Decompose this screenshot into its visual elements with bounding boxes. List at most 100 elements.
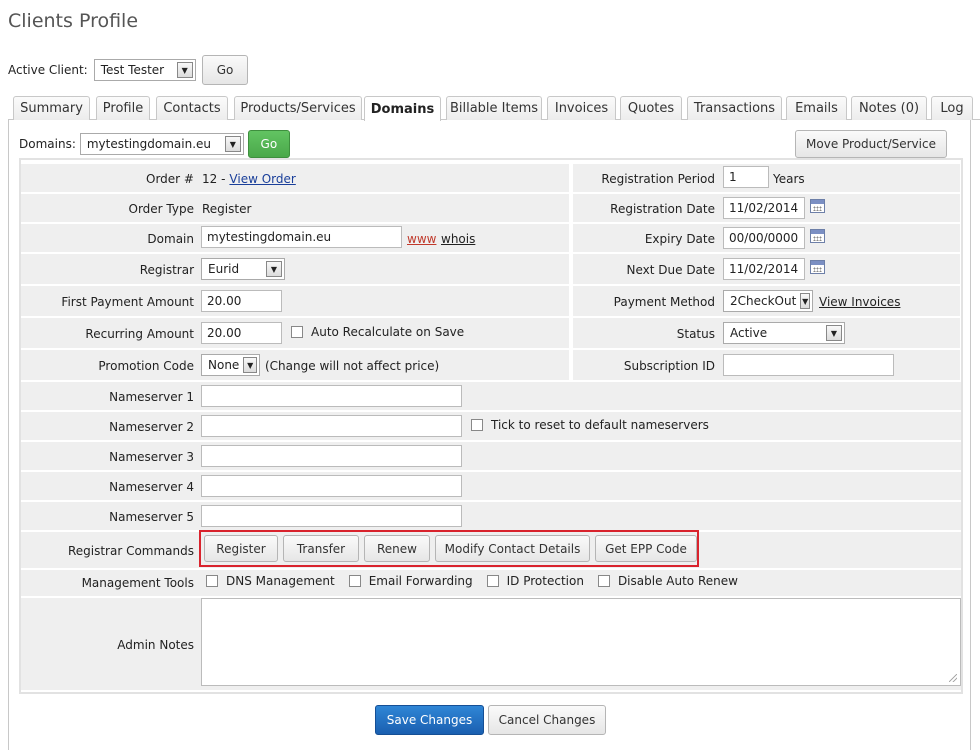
auto-recalculate-checkbox[interactable] bbox=[291, 326, 303, 338]
registration-date-label: Registration Date bbox=[610, 202, 715, 216]
expiry-date-input[interactable]: 00/00/0000 bbox=[723, 227, 805, 249]
registration-period-input[interactable]: 1 bbox=[723, 166, 769, 188]
chevron-down-icon: ▼ bbox=[224, 136, 241, 152]
tab-transactions[interactable]: Transactions bbox=[687, 96, 782, 120]
tab-domains[interactable]: Domains bbox=[364, 96, 441, 121]
domains-select-value: mytestingdomain.eu bbox=[86, 137, 211, 151]
auto-recalculate-label: Auto Recalculate on Save bbox=[311, 325, 465, 339]
www-link[interactable]: www bbox=[407, 232, 436, 246]
save-changes-button[interactable]: Save Changes bbox=[375, 705, 484, 735]
expiry-date-label: Expiry Date bbox=[644, 232, 715, 246]
move-product-service-button[interactable]: Move Product/Service bbox=[795, 130, 947, 158]
active-client-row: Active Client: Test Tester ▼ Go bbox=[8, 55, 249, 85]
whois-link[interactable]: whois bbox=[441, 232, 475, 246]
domains-label: Domains: bbox=[19, 137, 76, 151]
nameserver-1-label: Nameserver 1 bbox=[109, 390, 194, 404]
renew-button[interactable]: Renew bbox=[364, 535, 430, 562]
transfer-button[interactable]: Transfer bbox=[283, 535, 359, 562]
tab-billable-items[interactable]: Billable Items bbox=[446, 96, 542, 120]
get-epp-code-button[interactable]: Get EPP Code bbox=[595, 535, 697, 562]
nameserver-5-label: Nameserver 5 bbox=[109, 510, 194, 524]
tab-log[interactable]: Log bbox=[931, 96, 973, 120]
domains-select-row: Domains: mytestingdomain.eu ▼ Go bbox=[19, 130, 290, 158]
domains-go-button[interactable]: Go bbox=[247, 130, 290, 158]
dns-management-checkbox[interactable] bbox=[206, 575, 218, 587]
tab-contacts[interactable]: Contacts bbox=[156, 96, 228, 120]
registration-period-unit: Years bbox=[773, 172, 805, 186]
nameserver-2-label: Nameserver 2 bbox=[109, 420, 194, 434]
cancel-changes-button[interactable]: Cancel Changes bbox=[488, 705, 606, 735]
status-value: Active bbox=[730, 326, 768, 340]
email-forwarding-label: Email Forwarding bbox=[368, 574, 473, 588]
tab-quotes[interactable]: Quotes bbox=[620, 96, 682, 120]
management-tools-label: Management Tools bbox=[81, 576, 194, 590]
nameserver-2-input[interactable] bbox=[201, 415, 462, 437]
order-number-value: 12 - bbox=[202, 172, 226, 186]
chevron-down-icon: ▼ bbox=[243, 357, 257, 373]
nameserver-3-label: Nameserver 3 bbox=[109, 450, 194, 464]
domain-label: Domain bbox=[147, 232, 194, 246]
promotion-note: (Change will not affect price) bbox=[265, 359, 440, 373]
chevron-down-icon: ▼ bbox=[176, 62, 193, 78]
nameserver-3-input[interactable] bbox=[201, 445, 462, 467]
subscription-id-input[interactable] bbox=[723, 354, 894, 376]
registrar-label: Registrar bbox=[139, 263, 194, 277]
tab-notes[interactable]: Notes (0) bbox=[851, 96, 927, 120]
calendar-icon[interactable] bbox=[810, 199, 825, 213]
nameserver-1-input[interactable] bbox=[201, 385, 462, 407]
first-payment-label: First Payment Amount bbox=[61, 295, 194, 309]
registration-period-label: Registration Period bbox=[601, 172, 715, 186]
tab-invoices[interactable]: Invoices bbox=[547, 96, 616, 120]
modify-contact-details-button[interactable]: Modify Contact Details bbox=[435, 535, 590, 562]
view-invoices-link[interactable]: View Invoices bbox=[819, 295, 900, 309]
order-type-value: Register bbox=[202, 202, 252, 216]
tab-summary[interactable]: Summary bbox=[13, 96, 90, 120]
chevron-down-icon: ▼ bbox=[800, 293, 810, 309]
register-button[interactable]: Register bbox=[204, 535, 278, 562]
page-title: Clients Profile bbox=[8, 10, 139, 32]
recurring-amount-input[interactable]: 20.00 bbox=[201, 322, 282, 344]
dns-management-label: DNS Management bbox=[226, 574, 335, 588]
domain-input[interactable]: mytestingdomain.eu bbox=[201, 226, 402, 248]
disable-auto-renew-label: Disable Auto Renew bbox=[617, 574, 738, 588]
recurring-amount-label: Recurring Amount bbox=[85, 327, 194, 341]
registrar-value: Eurid bbox=[208, 262, 240, 276]
payment-method-value: 2CheckOut bbox=[730, 294, 797, 308]
first-payment-input[interactable]: 20.00 bbox=[201, 290, 282, 312]
tab-products-services[interactable]: Products/Services bbox=[234, 96, 362, 120]
form-actions: Save Changes Cancel Changes bbox=[375, 705, 606, 735]
admin-notes-label: Admin Notes bbox=[117, 638, 194, 652]
registrar-select[interactable]: Eurid ▼ bbox=[201, 258, 285, 280]
nameserver-5-input[interactable] bbox=[201, 505, 462, 527]
registration-date-input[interactable]: 11/02/2014 bbox=[723, 197, 805, 219]
active-client-select[interactable]: Test Tester ▼ bbox=[93, 59, 196, 81]
id-protection-checkbox[interactable] bbox=[486, 575, 499, 587]
payment-method-select[interactable]: 2CheckOut ▼ bbox=[723, 290, 813, 312]
calendar-icon[interactable] bbox=[810, 260, 825, 274]
id-protection-label: ID Protection bbox=[506, 574, 584, 588]
next-due-date-label: Next Due Date bbox=[626, 263, 716, 277]
promotion-code-select[interactable]: None ▼ bbox=[201, 354, 260, 376]
view-order-link[interactable]: View Order bbox=[229, 172, 295, 186]
payment-method-label: Payment Method bbox=[613, 295, 715, 309]
nameserver-4-input[interactable] bbox=[201, 475, 462, 497]
reset-nameservers-label: Tick to reset to default nameservers bbox=[491, 418, 709, 432]
resize-grip-icon[interactable] bbox=[949, 674, 957, 682]
active-client-go-button[interactable]: Go bbox=[201, 55, 249, 85]
admin-notes-textarea[interactable] bbox=[201, 598, 961, 686]
tab-bar: Summary Profile Contacts Products/Servic… bbox=[8, 96, 980, 121]
order-type-label: Order Type bbox=[128, 202, 194, 216]
next-due-date-input[interactable]: 11/02/2014 bbox=[723, 258, 805, 280]
reset-nameservers-checkbox[interactable] bbox=[471, 419, 483, 431]
active-client-value: Test Tester bbox=[100, 63, 165, 77]
email-forwarding-checkbox[interactable] bbox=[348, 575, 361, 587]
disable-auto-renew-checkbox[interactable] bbox=[597, 575, 610, 587]
nameserver-4-label: Nameserver 4 bbox=[109, 480, 194, 494]
promotion-code-value: None bbox=[208, 358, 240, 372]
tab-profile[interactable]: Profile bbox=[96, 96, 150, 120]
tab-emails[interactable]: Emails bbox=[786, 96, 847, 120]
chevron-down-icon: ▼ bbox=[266, 261, 282, 277]
status-select[interactable]: Active ▼ bbox=[723, 322, 845, 344]
domains-select[interactable]: mytestingdomain.eu ▼ bbox=[79, 133, 244, 155]
calendar-icon[interactable] bbox=[810, 229, 825, 243]
